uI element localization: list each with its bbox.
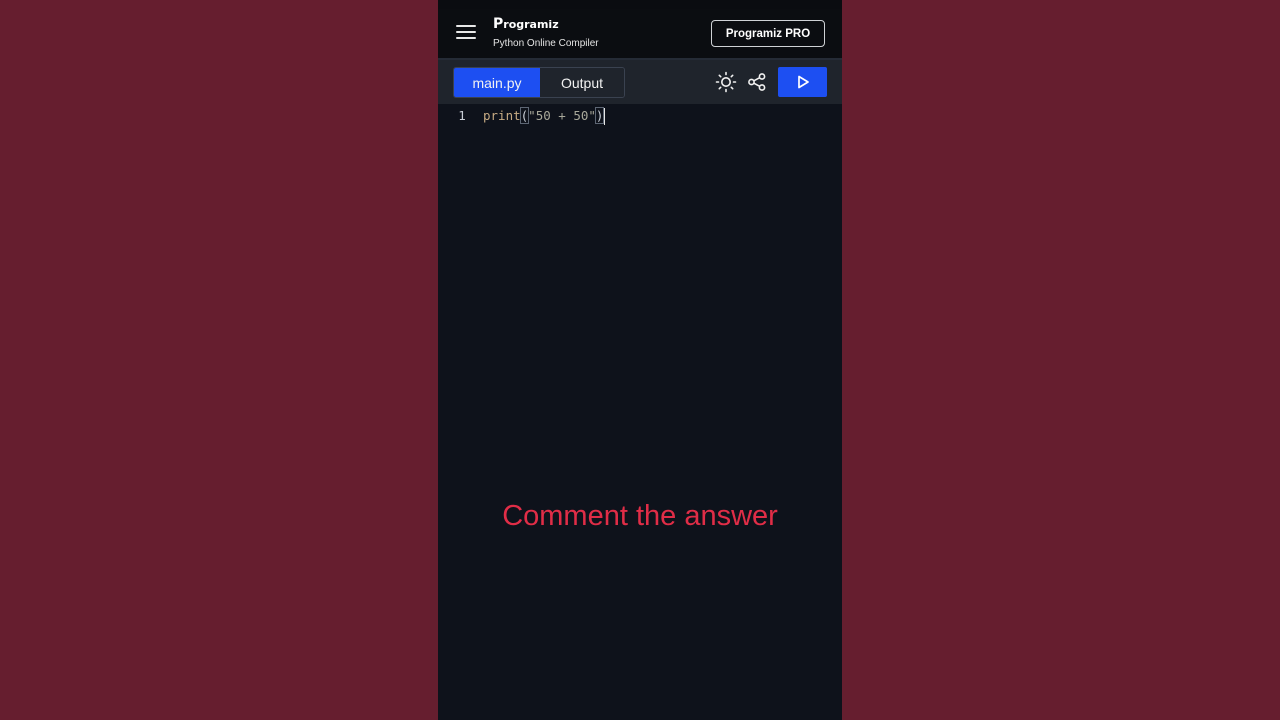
status-strip [438,0,842,9]
file-tabs: main.py Output [453,67,625,98]
tab-output[interactable]: Output [540,68,624,97]
overlay-caption: Comment the answer [502,500,778,532]
code-line[interactable]: 1 print("50 + 50") [438,104,842,128]
logo-text: rogramiz [503,18,559,31]
compiler-screen: Programiz Python Online Compiler Program… [438,0,842,720]
text-cursor [604,108,606,125]
tab-main-py[interactable]: main.py [454,68,540,97]
programiz-pro-button[interactable]: Programiz PRO [711,20,825,47]
sun-icon[interactable] [715,71,737,93]
line-number: 1 [458,108,466,123]
editor-toolbar: main.py Output [438,60,842,104]
share-icon[interactable] [746,71,768,93]
play-icon [797,75,809,89]
compiler-subtitle: Python Online Compiler [493,38,599,49]
app-header: Programiz Python Online Compiler Program… [438,9,842,58]
code-function: print [483,108,521,123]
programiz-logo[interactable]: Programiz Python Online Compiler [493,16,599,49]
logo-mark: P [493,16,504,32]
menu-icon[interactable] [456,24,476,40]
logo-wordmark: Programiz [493,16,599,31]
run-button[interactable] [778,67,827,97]
code-editor[interactable]: 1 print("50 + 50") [438,104,842,720]
code-string: "50 + 50" [528,108,596,123]
code-close-paren: ) [594,107,605,124]
code-text[interactable]: print("50 + 50") [483,104,606,128]
